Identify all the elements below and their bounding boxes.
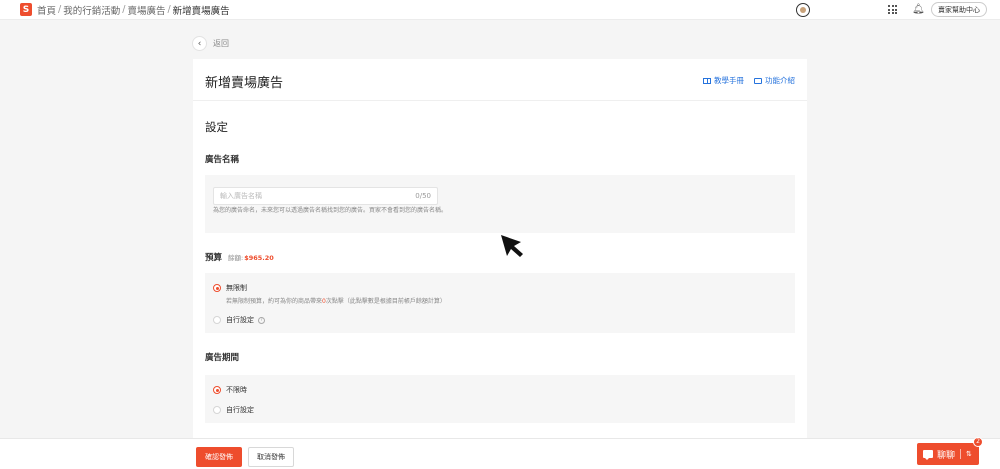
breadcrumb-marketing[interactable]: 我的行銷活動 — [63, 3, 120, 17]
bell-icon[interactable]: 🔔︎ — [912, 4, 925, 15]
ad-period-panel: 不限時 自行設定 — [205, 375, 795, 423]
radio-selected[interactable] — [213, 386, 221, 394]
ad-name-label: 廣告名稱 — [205, 155, 240, 165]
book-icon — [703, 77, 711, 84]
chat-list-icon[interactable]: ⇅ — [966, 450, 972, 458]
confirm-publish-button[interactable]: 確認發佈 — [196, 447, 242, 467]
back-label[interactable]: 返回 — [213, 38, 229, 49]
period-option-custom[interactable]: 自行設定 — [213, 405, 254, 415]
radio-unselected[interactable] — [213, 406, 221, 414]
shopee-logo[interactable]: S — [20, 3, 32, 16]
breadcrumb-current: 新增賣場廣告 — [172, 5, 230, 17]
radio-selected[interactable] — [213, 284, 221, 292]
budget-option-label: 自行設定 — [226, 316, 254, 324]
ad-name-input[interactable] — [214, 188, 404, 204]
back-link[interactable]: ‹ 返回 — [192, 36, 229, 51]
chat-unread-badge: 2 — [973, 437, 983, 447]
balance-label: 餘額: — [228, 254, 244, 262]
balance-value: $965.20 — [244, 254, 274, 262]
budget-panel: 無限制 若無限制預算，約可為你的商品帶來0次點擊（此點擊數是根據目前帳戶餘額計算… — [205, 273, 795, 333]
breadcrumb-separator: / — [167, 4, 171, 15]
budget-header: 預算 餘額: $965.20 — [205, 251, 274, 263]
feature-intro-link[interactable]: 功能介紹 — [754, 75, 795, 86]
unlimited-budget-description: 若無限制預算，約可為你的商品帶來0次點擊（此點擊數是根據目前帳戶餘額計算） — [226, 296, 446, 305]
tutorial-link[interactable]: 教學手冊 — [703, 75, 744, 86]
breadcrumb-separator: / — [58, 4, 62, 15]
budget-option-unlimited[interactable]: 無限制 — [213, 283, 247, 293]
chat-icon — [923, 450, 933, 460]
period-option-label: 不限時 — [226, 386, 247, 394]
top-navigation-bar: S 首頁 / 我的行銷活動 / 賣場廣告 / 新增賣場廣告 🔔︎ 賣家幫助中心 — [0, 0, 1000, 20]
question-icon[interactable]: ? — [258, 316, 265, 324]
apps-grid-icon[interactable] — [888, 5, 897, 14]
breadcrumb-home[interactable]: 首頁 — [37, 3, 56, 17]
period-option-unlimited[interactable]: 不限時 — [213, 385, 247, 395]
mouse-cursor — [501, 235, 523, 257]
page-title: 新增賣場廣告 — [205, 76, 284, 91]
header-links: 教學手冊 功能介紹 — [693, 75, 795, 86]
chat-divider — [960, 449, 962, 459]
card-header: 新增賣場廣告 教學手冊 功能介紹 — [193, 59, 807, 101]
section-title-settings: 設定 — [205, 120, 228, 134]
budget-option-label: 無限制 — [226, 284, 247, 292]
ad-name-field[interactable]: 0/50 — [213, 187, 438, 205]
desc-before: 若無限制預算，約可為你的商品帶來 — [226, 298, 323, 305]
desc-after: 次點擊（此點擊數是根據目前帳戶餘額計算） — [325, 298, 446, 305]
feature-intro-link-label: 功能介紹 — [765, 76, 795, 85]
seller-help-center-button[interactable]: 賣家幫助中心 — [931, 2, 987, 17]
back-arrow-icon[interactable]: ‹ — [192, 36, 207, 51]
chat-label: 聊聊 — [937, 450, 956, 461]
radio-unselected[interactable] — [213, 316, 221, 324]
avatar[interactable] — [796, 3, 810, 17]
period-option-label: 自行設定 — [226, 406, 254, 414]
budget-option-custom[interactable]: 自行設定 ? — [213, 315, 265, 325]
tutorial-link-label: 教學手冊 — [714, 76, 744, 85]
bottom-action-bar: 確認發佈 取消發佈 — [0, 438, 1000, 469]
breadcrumb: 首頁 / 我的行銷活動 / 賣場廣告 / 新增賣場廣告 — [37, 3, 230, 17]
breadcrumb-separator: / — [122, 4, 126, 15]
ad-period-label: 廣告期間 — [205, 353, 240, 363]
video-icon — [754, 77, 762, 84]
breadcrumb-shop-ads[interactable]: 賣場廣告 — [127, 3, 165, 17]
budget-label: 預算 — [205, 253, 223, 263]
ad-name-char-counter: 0/50 — [415, 192, 431, 200]
ad-name-panel: 0/50 為您的廣告命名，未來您可以透過廣告名稱找到您的廣告。買家不會看到您的廣… — [205, 175, 795, 233]
ad-name-hint: 為您的廣告命名，未來您可以透過廣告名稱找到您的廣告。買家不會看到您的廣告名稱。 — [213, 207, 448, 214]
chat-button[interactable]: 聊聊 ⇅ — [917, 443, 979, 465]
cancel-publish-button[interactable]: 取消發佈 — [248, 447, 294, 467]
